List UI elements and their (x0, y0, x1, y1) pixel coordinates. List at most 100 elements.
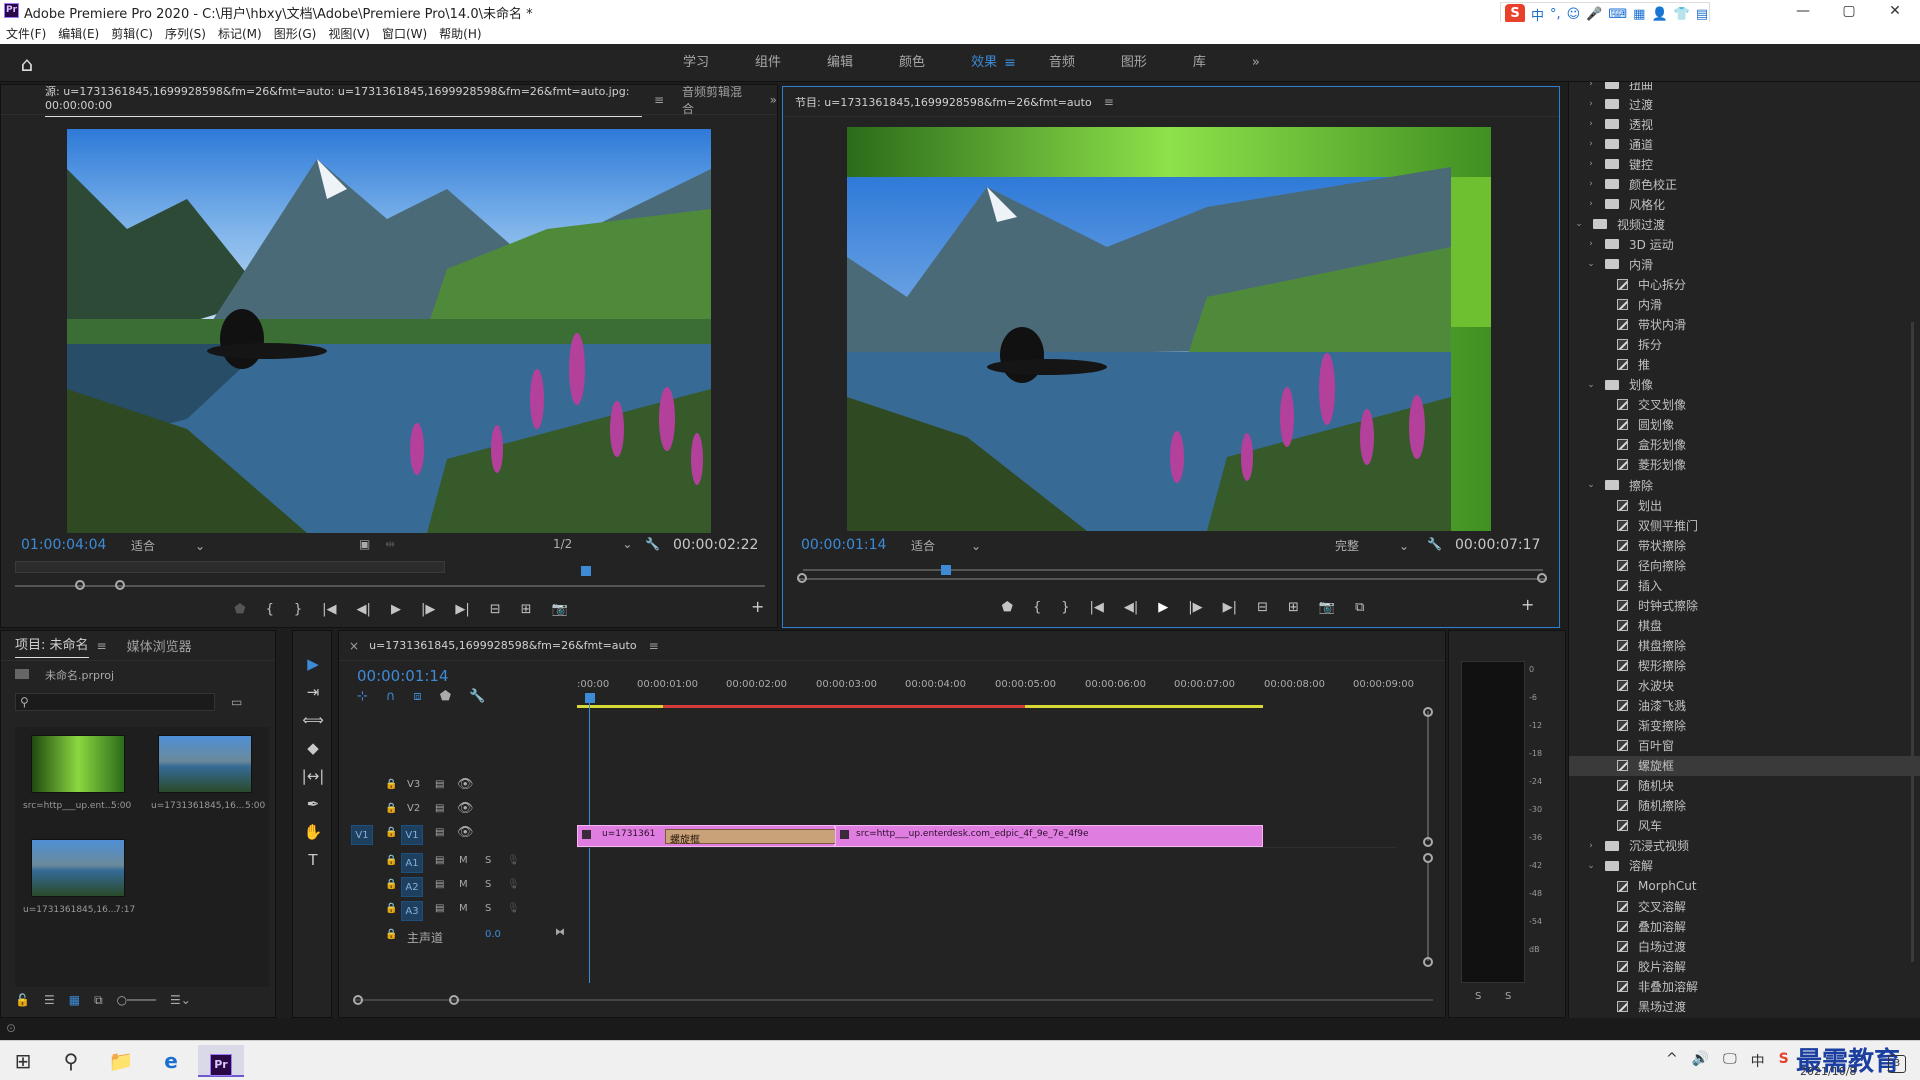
effects-item-row[interactable]: 交叉划像 (1569, 395, 1920, 415)
type-tool-icon[interactable]: T (308, 851, 317, 869)
marker-icon[interactable]: ⬟ (234, 602, 245, 617)
sync-lock-icon[interactable]: ▤ (435, 803, 444, 814)
razor-tool-icon[interactable]: ◆ (307, 739, 319, 757)
pen-tool-icon[interactable]: ✒ (307, 795, 320, 813)
program-monitor-tab[interactable]: 节目: u=1731361845,1699928598&fm=26&fmt=au… (795, 94, 1092, 110)
effects-item-row[interactable]: 非叠加溶解 (1569, 976, 1920, 996)
chevron-right-icon[interactable]: › (1585, 159, 1597, 169)
workspace-menu-icon[interactable]: ≡ (1004, 55, 1016, 71)
effects-item-row[interactable]: 带状擦除 (1569, 535, 1920, 555)
zoom-handle-right[interactable] (1537, 573, 1547, 583)
windows-start-icon[interactable]: ⊞ (0, 1045, 46, 1077)
drag-video-icon[interactable]: ⇹ (385, 537, 395, 551)
track-select-tool-icon[interactable]: ⇥ (307, 683, 320, 701)
effects-item-row[interactable]: 楔形擦除 (1569, 655, 1920, 675)
extract-icon[interactable]: ⊞ (1288, 600, 1299, 615)
linked-selection-icon[interactable]: ⧈ (413, 689, 421, 704)
hand-tool-icon[interactable]: ✋ (304, 823, 323, 841)
eye-icon[interactable]: 👁 (457, 801, 474, 816)
source-fit-dropdown[interactable]: 适合 ⌄ (131, 537, 205, 554)
add-marker-icon[interactable]: ⬟ (440, 689, 451, 704)
effects-item-row[interactable]: 中心拆分 (1569, 275, 1920, 295)
mute-button[interactable]: M (459, 855, 468, 866)
nest-icon[interactable]: ⊹ (357, 689, 368, 704)
audio-scrollbar[interactable] (1427, 861, 1429, 961)
program-fit-dropdown[interactable]: 适合 ⌄ (911, 537, 981, 554)
sort-icon[interactable]: ☰⌄ (170, 993, 191, 1008)
chevron-down-icon[interactable]: ⌄ (1585, 861, 1597, 871)
search-icon[interactable]: ⚲ (48, 1045, 94, 1077)
eye-icon[interactable]: 👁 (457, 777, 474, 792)
effects-folder-row[interactable]: › 风格化 (1569, 194, 1920, 214)
menu-clip[interactable]: 剪辑(C) (111, 25, 153, 42)
sogou-tray-icon[interactable]: S (1779, 1051, 1789, 1071)
effects-item-row[interactable]: 风车 (1569, 816, 1920, 836)
chevron-right-icon[interactable]: › (1585, 82, 1597, 89)
audio-clip-mixer-tab[interactable]: 音频剪辑混合 (682, 83, 748, 117)
effects-item-row[interactable]: 叠加溶解 (1569, 916, 1920, 936)
lock-icon[interactable]: 🔒 (385, 903, 397, 914)
program-scrub-bar[interactable] (803, 569, 1543, 571)
export-frame-icon[interactable]: 📷 (1319, 600, 1335, 615)
menu-graphics[interactable]: 图形(G) (274, 25, 317, 42)
wrench-icon[interactable]: 🔧 (645, 537, 660, 551)
effects-item-row[interactable]: 拆分 (1569, 335, 1920, 355)
effects-item-row[interactable]: 推 (1569, 355, 1920, 375)
effects-item-row[interactable]: 径向擦除 (1569, 555, 1920, 575)
media-browser-tab[interactable]: 媒体浏览器 (127, 636, 192, 655)
zoom-handle-right[interactable] (449, 995, 459, 1005)
chevron-right-icon[interactable]: › (1585, 841, 1597, 851)
sogou-logo-icon[interactable]: S (1505, 4, 1525, 24)
ime-mode-indicator[interactable]: 中 (1531, 5, 1544, 24)
menu-window[interactable]: 窗口(W) (382, 25, 427, 42)
effects-item-row[interactable]: 水波块 (1569, 676, 1920, 696)
workspace-tab-graphics[interactable]: 图形 (1098, 44, 1170, 82)
lock-icon[interactable]: 🔓 (15, 993, 30, 1008)
program-menu-icon[interactable]: ≡ (1104, 95, 1114, 109)
effects-scrollbar[interactable] (1911, 322, 1914, 962)
solo-button[interactable]: S (485, 855, 491, 866)
effects-folder-row[interactable]: › 3D 运动 (1569, 234, 1920, 254)
scroll-handle[interactable] (1423, 837, 1433, 847)
go-to-in-icon[interactable]: |◀ (1090, 600, 1104, 615)
zoom-slider[interactable]: ○──── (117, 993, 156, 1008)
close-button[interactable]: ✕ (1872, 0, 1918, 22)
chevron-right-icon[interactable]: › (1585, 179, 1597, 189)
effects-item-row[interactable]: 渐变擦除 (1569, 716, 1920, 736)
effects-item-row[interactable]: 油漆飞溅 (1569, 696, 1920, 716)
close-icon[interactable]: × (349, 639, 359, 653)
slip-tool-icon[interactable]: |↔| (302, 767, 325, 785)
menu-file[interactable]: 文件(F) (6, 25, 46, 42)
mark-in-icon[interactable]: { (266, 602, 274, 617)
effects-item-row[interactable]: 百叶窗 (1569, 736, 1920, 756)
program-playhead-timecode[interactable]: 00:00:01:14 (801, 537, 886, 553)
workspace-tab-assembly[interactable]: 组件 (732, 44, 804, 82)
scroll-handle[interactable] (1423, 853, 1433, 863)
effects-item-row[interactable]: 随机块 (1569, 776, 1920, 796)
button-editor-icon[interactable]: + (1521, 595, 1534, 614)
ime-toolbox-icon[interactable]: ▦ (1633, 7, 1645, 22)
workspace-tab-audio[interactable]: 音频 (1026, 44, 1098, 82)
effects-folder-row[interactable]: › 沉浸式视频 (1569, 836, 1920, 856)
effects-item-row[interactable]: 带状内滑 (1569, 315, 1920, 335)
project-menu-icon[interactable]: ≡ (97, 639, 107, 653)
effects-item-row[interactable]: 划出 (1569, 495, 1920, 515)
source-monitor-tab[interactable]: 源: u=1731361845,1699928598&fm=26&fmt=aut… (45, 83, 642, 117)
ime-menu-icon[interactable]: ▤ (1696, 7, 1708, 22)
workspace-tab-editing[interactable]: 编辑 (804, 44, 876, 82)
lock-icon[interactable]: 🔒 (385, 779, 397, 790)
notification-badge[interactable]: 3 (1888, 1055, 1906, 1073)
program-zoom-bar[interactable] (797, 578, 1547, 580)
timeline-clip[interactable]: src=http___up.enterdesk.com_edpic_4f_9e_… (835, 825, 1263, 847)
source-playhead-timecode[interactable]: 01:00:04:04 (21, 537, 106, 553)
play-icon[interactable]: ▶ (391, 602, 401, 617)
effects-item-row[interactable]: 黑场过渡 (1569, 996, 1920, 1016)
workspace-tab-learn[interactable]: 学习 (660, 44, 732, 82)
effects-item-row[interactable]: 双侧平推门 (1569, 515, 1920, 535)
overwrite-icon[interactable]: ⊞ (521, 602, 532, 617)
effects-folder-row[interactable]: › 过渡 (1569, 94, 1920, 114)
chevron-down-icon[interactable]: ⌄ (1585, 380, 1597, 390)
mark-out-icon[interactable]: } (1061, 600, 1069, 615)
solo-button[interactable]: S (485, 903, 491, 914)
effects-item-row[interactable]: 圆划像 (1569, 415, 1920, 435)
